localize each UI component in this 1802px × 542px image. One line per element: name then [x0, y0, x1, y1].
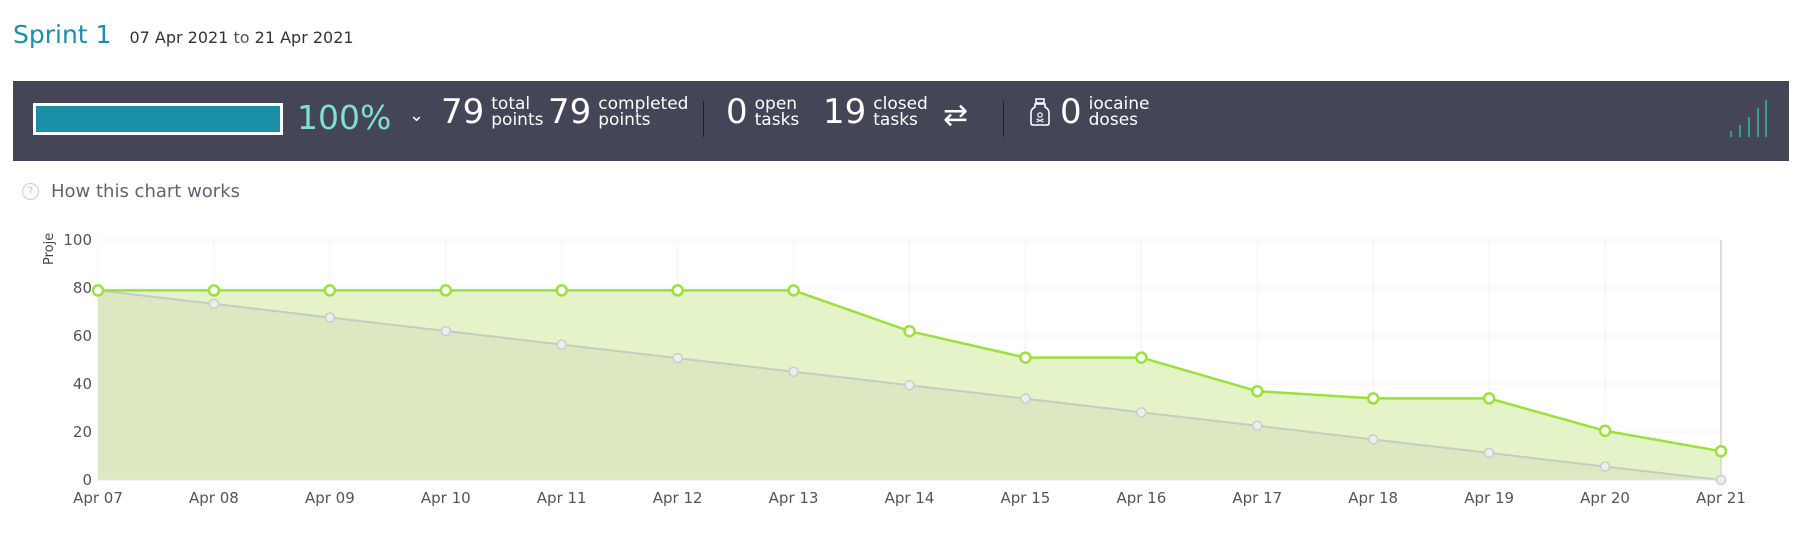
optimal-point — [1252, 420, 1263, 432]
x-tick-label: Apr 07 — [73, 489, 123, 507]
optimal-point — [1715, 474, 1727, 486]
actual-point — [671, 284, 684, 297]
x-tick-label: Apr 14 — [885, 489, 935, 507]
optimal-point — [1136, 407, 1147, 418]
optimal-point — [1599, 461, 1611, 472]
y-tick-label: 0 — [82, 471, 92, 489]
optimal-point — [556, 339, 567, 350]
actual-point — [323, 284, 337, 297]
actual-point — [1366, 392, 1380, 405]
x-tick-label: Apr 13 — [769, 489, 819, 507]
actual-point — [555, 284, 568, 297]
optimal-point — [904, 379, 915, 391]
actual-point — [91, 284, 105, 297]
optimal-point — [788, 366, 799, 378]
actual-point — [439, 284, 453, 297]
y-axis-label: Proje — [42, 233, 57, 265]
actual-point — [903, 324, 916, 338]
x-tick-label: Apr 09 — [305, 489, 355, 507]
x-tick-label: Apr 19 — [1464, 489, 1514, 507]
actual-point — [1598, 424, 1612, 438]
x-tick-label: Apr 08 — [189, 489, 239, 507]
optimal-point — [440, 325, 452, 337]
actual-point — [787, 284, 800, 297]
optimal-point — [324, 312, 336, 323]
optimal-point — [1367, 434, 1379, 445]
y-tick-label: 60 — [73, 327, 92, 345]
optimal-point — [208, 298, 220, 310]
x-tick-label: Apr 18 — [1348, 489, 1398, 507]
x-tick-label: Apr 12 — [653, 489, 703, 507]
x-tick-label: Apr 15 — [1001, 489, 1051, 507]
x-tick-label: Apr 17 — [1232, 489, 1282, 507]
optimal-point — [1483, 447, 1495, 459]
optimal-point — [1020, 393, 1031, 404]
y-tick-label: 20 — [73, 423, 92, 441]
optimal-point — [672, 352, 683, 364]
x-tick-label: Apr 10 — [421, 489, 471, 507]
y-tick-label: 40 — [73, 375, 92, 393]
burndown-chart: Apr 07 Apr 08 Apr 09 Apr 10 Apr 11 Apr 12 Apr … — [42, 231, 1746, 507]
actual-point — [1482, 392, 1496, 405]
x-tick-label: Apr 21 — [1696, 489, 1746, 507]
actual-point — [1135, 351, 1148, 364]
y-tick-label: 80 — [73, 279, 92, 297]
actual-point — [1251, 384, 1264, 398]
actual-point — [1019, 351, 1032, 364]
y-tick-label: 100 — [63, 231, 92, 249]
x-tick-label: Apr 16 — [1116, 489, 1166, 507]
x-tick-label: Apr 20 — [1580, 489, 1630, 507]
actual-point — [207, 284, 221, 297]
x-tick-label: Apr 11 — [537, 489, 587, 507]
actual-point — [1714, 444, 1728, 458]
